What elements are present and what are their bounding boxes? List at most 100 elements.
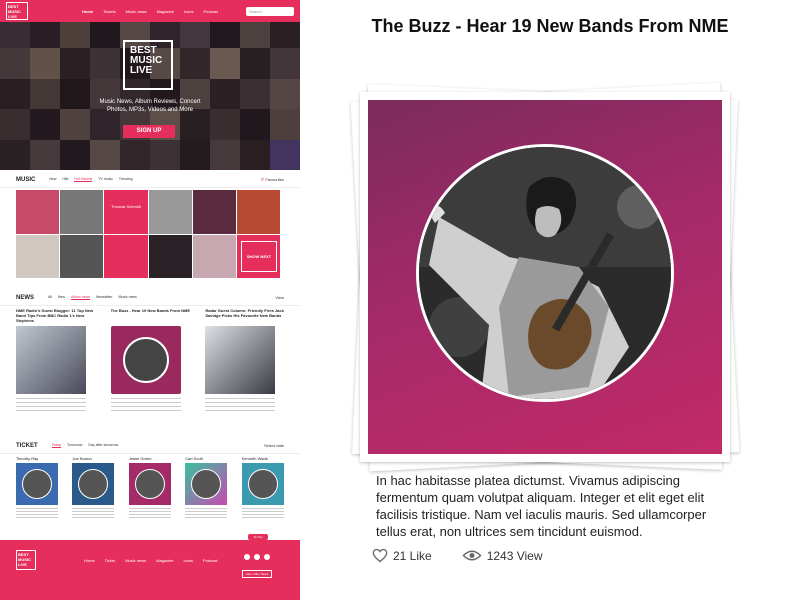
tab-hot-albums[interactable]: Hot Albums [74, 177, 93, 182]
news-card-title[interactable]: NME Radio's Guest Blogger: 11 Top New Ba… [16, 308, 97, 326]
like-count: 21 Like [393, 548, 432, 563]
site-footer: BEST MUSIC LIVE Home Ticket Music news M… [0, 540, 300, 600]
select-date-dropdown[interactable]: Select date [264, 443, 284, 448]
ticket-card[interactable]: Jesse Green [128, 456, 173, 518]
footer-nav-item[interactable]: Ticket [105, 558, 116, 563]
view-count: 1243 View [486, 548, 543, 563]
guitarist-photo [419, 147, 671, 399]
view-toggle[interactable]: View [275, 295, 284, 300]
artist-name: Timothy Ray [16, 456, 39, 461]
news-card-title[interactable]: The Buzz - Hear 19 New Bands From NME [111, 308, 192, 326]
site-search-input[interactable]: Search [246, 6, 294, 16]
footer-nav-item[interactable]: Magazine [156, 558, 173, 563]
article-image-frame [350, 82, 740, 472]
album-tile[interactable] [16, 234, 60, 278]
news-card-photo [122, 337, 169, 383]
artist-image [128, 463, 171, 505]
album-tile[interactable] [16, 190, 60, 234]
news-card[interactable]: NME Radio's Guest Blogger: 11 Top New Ba… [16, 308, 97, 412]
ask-offer-news-button[interactable]: Ask / Offer News [242, 570, 272, 578]
album-tile[interactable] [192, 234, 236, 278]
album-tile[interactable] [192, 190, 236, 234]
favourites-link[interactable]: ♡ Favourites [261, 177, 284, 182]
instagram-icon[interactable] [244, 554, 250, 560]
news-card-excerpt [110, 398, 181, 412]
tab-tomorrow[interactable]: Tomorrow [67, 443, 82, 448]
site-nav: Home Tickets Music news Magazine Icons P… [82, 9, 246, 14]
album-tile[interactable] [60, 234, 104, 278]
artist-image [241, 463, 284, 505]
article-photo-background [368, 100, 722, 454]
site-logo[interactable]: BEST MUSIC LIVE [6, 2, 28, 20]
footer-nav-item[interactable]: Home [84, 558, 95, 563]
news-card[interactable]: The Buzz - Hear 19 New Bands From NME [110, 308, 192, 412]
ticket-details [72, 508, 115, 518]
featured-album-card[interactable]: Thomas Schmidt [104, 190, 148, 234]
nav-icons[interactable]: Icons [184, 9, 194, 14]
tab-album-news[interactable]: Album news [70, 295, 90, 300]
footer-nav-item[interactable]: Podcast [203, 558, 217, 563]
show-next-label: SHOW NEXT [240, 241, 278, 272]
ticket-card[interactable]: Carl Scott [185, 456, 229, 518]
news-card-image [205, 326, 276, 394]
signup-button[interactable]: SIGN UP [123, 125, 175, 138]
hero-logo: BEST MUSIC LIVE [123, 40, 173, 90]
tab-hits[interactable]: Hits [62, 177, 68, 182]
footer-logo[interactable]: BEST MUSIC LIVE [16, 550, 36, 570]
ticket-details [16, 508, 58, 518]
artist-image [16, 463, 58, 505]
article-body: In hac habitasse platea dictumst. Vivamu… [376, 473, 707, 539]
nav-podcast[interactable]: Podcast [203, 9, 217, 14]
tab-new[interactable]: New [58, 295, 65, 300]
site-preview: BEST MUSIC LIVE Home Tickets Music news … [0, 0, 300, 600]
social-links [244, 554, 270, 560]
ticket-list: Timothy Ray Joe Burton Jesse Green Carl … [16, 456, 286, 518]
album-tile[interactable] [60, 190, 104, 234]
tab-newsletter[interactable]: Newsletter [96, 295, 113, 300]
news-card-excerpt [16, 398, 86, 412]
ticket-details [128, 508, 171, 518]
site-topbar: BEST MUSIC LIVE Home Tickets Music news … [0, 0, 300, 22]
ticket-tabs: Today Tomorrow Day after tomorrow [51, 443, 264, 448]
nav-magazine[interactable]: Magazine [157, 9, 174, 14]
tab-today[interactable]: Today [51, 443, 62, 448]
heart-icon [372, 548, 388, 563]
like-button[interactable]: 21 Like [372, 548, 432, 563]
artist-name: Joe Burton [72, 456, 92, 461]
frame-paper-front [360, 92, 730, 462]
artist-image [72, 463, 115, 505]
news-card-image [16, 326, 86, 394]
album-tile[interactable] [236, 190, 280, 234]
twitter-icon[interactable] [264, 554, 270, 560]
ticket-card[interactable]: Kenneth Wade [241, 456, 286, 518]
show-next-button[interactable]: SHOW NEXT [238, 235, 280, 278]
tab-music-news[interactable]: Music news [119, 295, 137, 300]
tab-tv-music[interactable]: TV music [98, 177, 113, 182]
news-card-title[interactable]: Radar Guest Column: Friendly Fires Jack … [205, 308, 286, 326]
article-photo [416, 144, 674, 402]
footer-nav-item[interactable]: Icons [183, 558, 193, 563]
nav-tickets[interactable]: Tickets [103, 9, 116, 14]
tab-all[interactable]: All [48, 295, 52, 300]
ticket-card[interactable]: Joe Burton [72, 456, 116, 518]
news-card-image [110, 326, 181, 394]
nav-music-news[interactable]: Music news [126, 9, 147, 14]
album-tile[interactable] [148, 190, 192, 234]
heart-icon: ♡ [260, 177, 265, 182]
ticket-details [241, 508, 284, 518]
facebook-icon[interactable] [254, 554, 260, 560]
news-card[interactable]: Radar Guest Column: Friendly Fires Jack … [205, 308, 286, 412]
footer-nav-item[interactable]: Music news [125, 558, 146, 563]
news-title: NEWS [16, 294, 34, 301]
tab-day-after[interactable]: Day after tomorrow [88, 443, 118, 448]
tab-trending[interactable]: Trending [119, 177, 133, 182]
ticket-card[interactable]: Timothy Ray [16, 456, 60, 518]
album-tile[interactable] [148, 234, 192, 278]
album-tile[interactable] [104, 234, 148, 278]
nav-home[interactable]: Home [82, 9, 93, 14]
view-count-item: 1243 View [462, 549, 543, 563]
artist-name: Kenneth Wade [241, 456, 268, 461]
tab-new[interactable]: New [49, 177, 56, 182]
ticket-section-header: TICKET Today Tomorrow Day after tomorrow… [0, 438, 300, 454]
ticket-details [185, 508, 228, 518]
